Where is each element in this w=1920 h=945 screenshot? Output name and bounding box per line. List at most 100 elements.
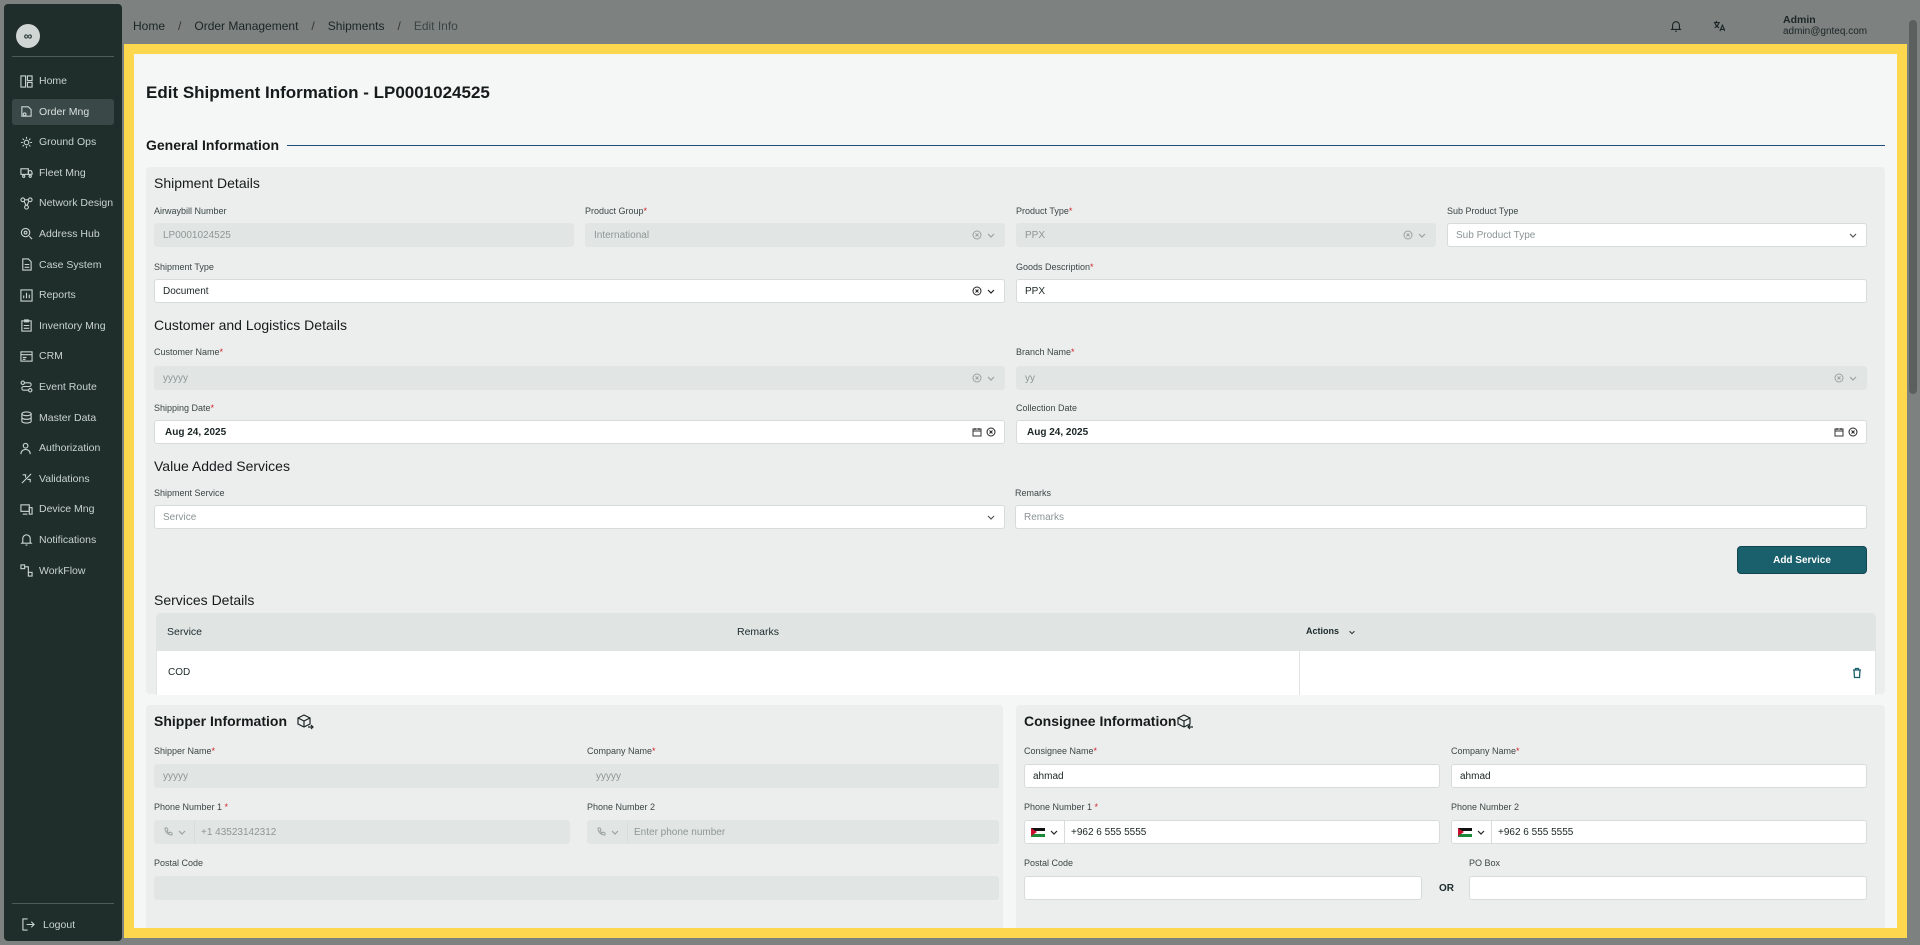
shipper-postal-input[interactable] bbox=[154, 876, 999, 900]
phone-country-select[interactable] bbox=[1452, 821, 1492, 843]
sidebar-item-notifications[interactable]: Notifications bbox=[12, 527, 114, 553]
phone-country-select[interactable] bbox=[588, 821, 628, 843]
sub-product-select[interactable]: Sub Product Type bbox=[1447, 223, 1867, 247]
clear-icon[interactable] bbox=[972, 373, 982, 383]
main-content: Edit Shipment Information - LP0001024525… bbox=[124, 44, 1907, 938]
customer-logistics-title: Customer and Logistics Details bbox=[154, 317, 347, 333]
phone-icon bbox=[596, 827, 605, 836]
box-icon[interactable] bbox=[296, 714, 314, 730]
sidebar-nav: Home Order Mng Ground Ops Fleet Mng Netw… bbox=[12, 68, 114, 588]
sidebar-item-case-system[interactable]: Case System bbox=[12, 252, 114, 278]
shipper-phone2-input[interactable]: Enter phone number bbox=[587, 820, 999, 844]
branch-name-select[interactable]: yy bbox=[1016, 366, 1867, 390]
shipper-phone2-label: Phone Number 2 bbox=[587, 802, 656, 812]
breadcrumb-shipments[interactable]: Shipments bbox=[328, 19, 385, 33]
table-row: COD bbox=[156, 651, 1876, 695]
sidebar-item-inventory-mng[interactable]: Inventory Mng bbox=[12, 313, 114, 339]
chevron-down-icon bbox=[1050, 830, 1057, 835]
calendar-icon[interactable] bbox=[1834, 427, 1844, 437]
shipment-type-select[interactable]: Document bbox=[154, 279, 1005, 303]
shipping-date-label: Shipping Date* bbox=[154, 403, 215, 413]
sidebar-item-label: Case System bbox=[39, 258, 102, 271]
language-button[interactable] bbox=[1710, 17, 1728, 35]
sidebar-item-order-mng[interactable]: Order Mng bbox=[12, 98, 114, 125]
sidebar-item-ground-ops[interactable]: Ground Ops bbox=[12, 129, 114, 155]
chevron-down-icon bbox=[1849, 233, 1857, 238]
consignee-name-label: Consignee Name* bbox=[1024, 746, 1098, 756]
sidebar-item-workflow[interactable]: WorkFlow bbox=[12, 558, 114, 584]
phone-country-select[interactable] bbox=[1025, 821, 1065, 843]
consignee-phone2-input[interactable]: +962 6 555 5555 bbox=[1451, 820, 1867, 844]
customer-name-select[interactable]: yyyyy bbox=[154, 366, 1005, 390]
collection-date-label: Collection Date bbox=[1016, 403, 1078, 413]
shipper-info-title: Shipper Information bbox=[154, 713, 287, 729]
sidebar-item-device-mng[interactable]: Device Mng bbox=[12, 496, 114, 522]
chevron-down-icon bbox=[178, 830, 185, 835]
goods-desc-input[interactable]: PPX bbox=[1016, 279, 1867, 303]
sidebar: ∞ Home Order Mng Ground Ops Fleet Mng Ne… bbox=[4, 4, 122, 941]
sidebar-item-crm[interactable]: CRM bbox=[12, 343, 114, 369]
awb-input[interactable]: LP0001024525 bbox=[154, 223, 574, 247]
workflow-icon bbox=[20, 564, 33, 577]
sidebar-item-fleet-mng[interactable]: Fleet Mng bbox=[12, 160, 114, 186]
shipment-service-select[interactable]: Service bbox=[154, 505, 1005, 529]
consignee-postal-input[interactable] bbox=[1024, 876, 1422, 900]
shipment-details-title: Shipment Details bbox=[154, 175, 260, 191]
phone-country-select[interactable] bbox=[155, 821, 195, 843]
clear-icon[interactable] bbox=[972, 286, 982, 296]
box-icon[interactable] bbox=[1176, 714, 1194, 730]
shipment-service-label: Shipment Service bbox=[154, 488, 225, 498]
sidebar-item-address-hub[interactable]: Address Hub bbox=[12, 221, 114, 247]
logout-button[interactable]: Logout bbox=[12, 903, 114, 931]
sidebar-item-network-design[interactable]: Network Design bbox=[12, 190, 114, 216]
layout-icon bbox=[20, 74, 33, 88]
add-service-button[interactable]: Add Service bbox=[1737, 546, 1867, 574]
sidebar-item-label: Notifications bbox=[39, 533, 97, 546]
sidebar-item-home[interactable]: Home bbox=[12, 68, 114, 94]
page-scrollbar[interactable] bbox=[1909, 20, 1917, 394]
sidebar-item-event-route[interactable]: Event Route bbox=[12, 374, 114, 400]
po-box-label: PO Box bbox=[1469, 858, 1501, 868]
notification-button[interactable] bbox=[1667, 17, 1685, 35]
shipper-company-input[interactable]: yyyyy bbox=[587, 764, 999, 788]
breadcrumb-order-management[interactable]: Order Management bbox=[194, 19, 298, 33]
shipper-name-label: Shipper Name* bbox=[154, 746, 216, 756]
cell-service: COD bbox=[168, 667, 191, 678]
calendar-icon[interactable] bbox=[972, 427, 982, 437]
consignee-name-input[interactable]: ahmad bbox=[1024, 764, 1440, 788]
chevron-down-icon bbox=[987, 233, 995, 238]
col-actions: Actions bbox=[1306, 626, 1340, 636]
sidebar-item-validations[interactable]: Validations bbox=[12, 466, 114, 492]
breadcrumb-separator: / bbox=[178, 19, 182, 33]
clear-icon[interactable] bbox=[986, 427, 996, 437]
breadcrumb-home[interactable]: Home bbox=[133, 19, 165, 33]
collection-date-picker[interactable]: Aug 24, 2025 bbox=[1016, 420, 1867, 444]
sidebar-item-label: Validations bbox=[39, 472, 90, 485]
user-email: admin@gnteq.com bbox=[1783, 26, 1868, 37]
section-divider bbox=[146, 145, 1885, 146]
po-box-input[interactable] bbox=[1469, 876, 1867, 900]
user-info[interactable]: Admin admin@gnteq.com bbox=[1783, 14, 1867, 38]
clear-icon[interactable] bbox=[972, 230, 982, 240]
sidebar-item-master-data[interactable]: Master Data bbox=[12, 405, 114, 431]
product-group-select[interactable]: International bbox=[585, 223, 1005, 247]
trash-icon[interactable] bbox=[1851, 667, 1863, 679]
consignee-phone1-input[interactable]: +962 6 555 5555 bbox=[1024, 820, 1440, 844]
product-type-select[interactable]: PPX bbox=[1016, 223, 1436, 247]
consignee-company-input[interactable]: ahmad bbox=[1451, 764, 1867, 788]
network-icon bbox=[20, 197, 33, 210]
clear-icon[interactable] bbox=[1403, 230, 1413, 240]
clear-icon[interactable] bbox=[1848, 427, 1858, 437]
shipper-phone1-input[interactable]: +1 43523142312 bbox=[154, 820, 570, 844]
sidebar-item-label: Master Data bbox=[39, 411, 97, 424]
sidebar-item-reports[interactable]: Reports bbox=[12, 282, 114, 308]
app-logo[interactable]: ∞ bbox=[16, 24, 40, 48]
chevron-down-icon[interactable] bbox=[1348, 628, 1356, 636]
table-header: Service Remarks Actions bbox=[156, 613, 1876, 651]
remarks-input[interactable]: Remarks bbox=[1015, 505, 1867, 529]
clear-icon[interactable] bbox=[1834, 373, 1844, 383]
breadcrumb-current: Edit Info bbox=[413, 19, 458, 33]
sidebar-item-authorization[interactable]: Authorization bbox=[12, 435, 114, 461]
shipping-date-picker[interactable]: Aug 24, 2025 bbox=[154, 420, 1005, 444]
general-info-card: Shipment Details Airwaybill Number LP000… bbox=[146, 167, 1885, 695]
